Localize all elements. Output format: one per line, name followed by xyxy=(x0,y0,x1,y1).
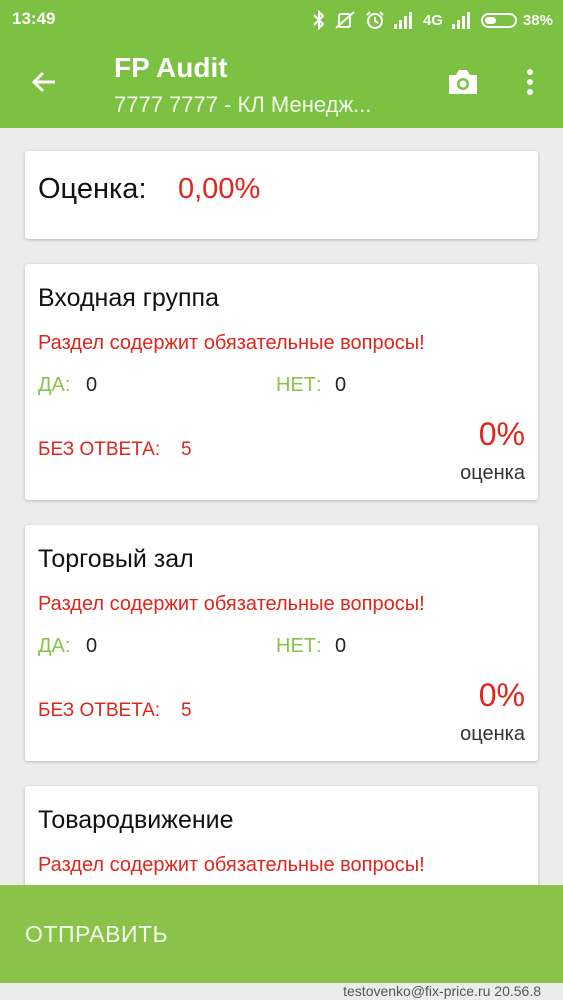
footer-user-version: testovenko@fix-price.ru 20.56.8 xyxy=(343,983,541,999)
status-time: 13:49 xyxy=(12,9,56,28)
section-title: Входная группа xyxy=(38,284,219,312)
section-title: Торговый зал xyxy=(38,545,194,573)
battery-level xyxy=(484,16,496,24)
alarm-icon xyxy=(365,10,385,30)
app-bar: FP Audit 7777 7777 - КЛ Менедж... xyxy=(0,40,563,128)
section-percent: 0% xyxy=(478,416,525,452)
yes-label: ДА: xyxy=(38,374,71,396)
status-bar: 13:49 4G 38% xyxy=(0,0,563,40)
arrow-back-icon xyxy=(30,68,58,101)
unanswered-label: БЕЗ ОТВЕТА: xyxy=(38,439,161,460)
more-options-button[interactable] xyxy=(510,62,550,106)
yes-count: 0 xyxy=(86,635,98,657)
no-count: 0 xyxy=(335,635,347,657)
section-warning: Раздел содержит обязательные вопросы! xyxy=(38,593,425,615)
yes-label: ДА: xyxy=(38,635,71,657)
battery-icon xyxy=(480,12,517,28)
status-icons: 4G 38% xyxy=(313,7,553,33)
section-card[interactable]: Торговый зал Раздел содержит обязательны… xyxy=(25,525,538,761)
score-card: Оценка: 0,00% xyxy=(25,151,538,239)
no-label: НЕТ: xyxy=(276,635,322,657)
more-vert-icon xyxy=(526,68,534,100)
mute-icon xyxy=(334,10,356,30)
score-value: 0,00% xyxy=(178,173,261,205)
footer: testovenko@fix-price.ru 20.56.8 xyxy=(0,983,563,1000)
unanswered-count: 5 xyxy=(181,439,192,460)
camera-button[interactable] xyxy=(440,62,486,106)
network-type: 4G xyxy=(422,11,443,29)
back-button[interactable] xyxy=(22,62,66,106)
bluetooth-icon xyxy=(313,10,325,30)
section-warning: Раздел содержит обязательные вопросы! xyxy=(38,332,425,354)
unanswered-count: 5 xyxy=(181,700,192,721)
section-card[interactable]: Входная группа Раздел содержит обязатель… xyxy=(25,264,538,500)
signal-icon xyxy=(393,11,414,29)
no-label: НЕТ: xyxy=(276,374,322,396)
no-count: 0 xyxy=(335,374,347,396)
unanswered-label: БЕЗ ОТВЕТА: xyxy=(38,700,161,721)
app-subtitle: 7777 7777 - КЛ Менедж... xyxy=(114,92,372,117)
signal-icon xyxy=(451,11,472,29)
camera-icon xyxy=(446,68,480,101)
section-warning: Раздел содержит обязательные вопросы! xyxy=(38,854,425,876)
yes-count: 0 xyxy=(86,374,98,396)
score-label: Оценка: xyxy=(38,173,147,205)
app-title: FP Audit xyxy=(114,52,228,83)
battery-status: 38% xyxy=(480,11,553,29)
section-percent-label: оценка xyxy=(460,462,525,484)
section-percent-label: оценка xyxy=(460,723,525,745)
submit-button[interactable]: ОТПРАВИТЬ xyxy=(0,885,563,983)
section-percent: 0% xyxy=(478,677,525,713)
submit-label: ОТПРАВИТЬ xyxy=(25,921,169,947)
section-title: Товародвижение xyxy=(38,806,234,834)
battery-percent: 38% xyxy=(522,11,553,29)
